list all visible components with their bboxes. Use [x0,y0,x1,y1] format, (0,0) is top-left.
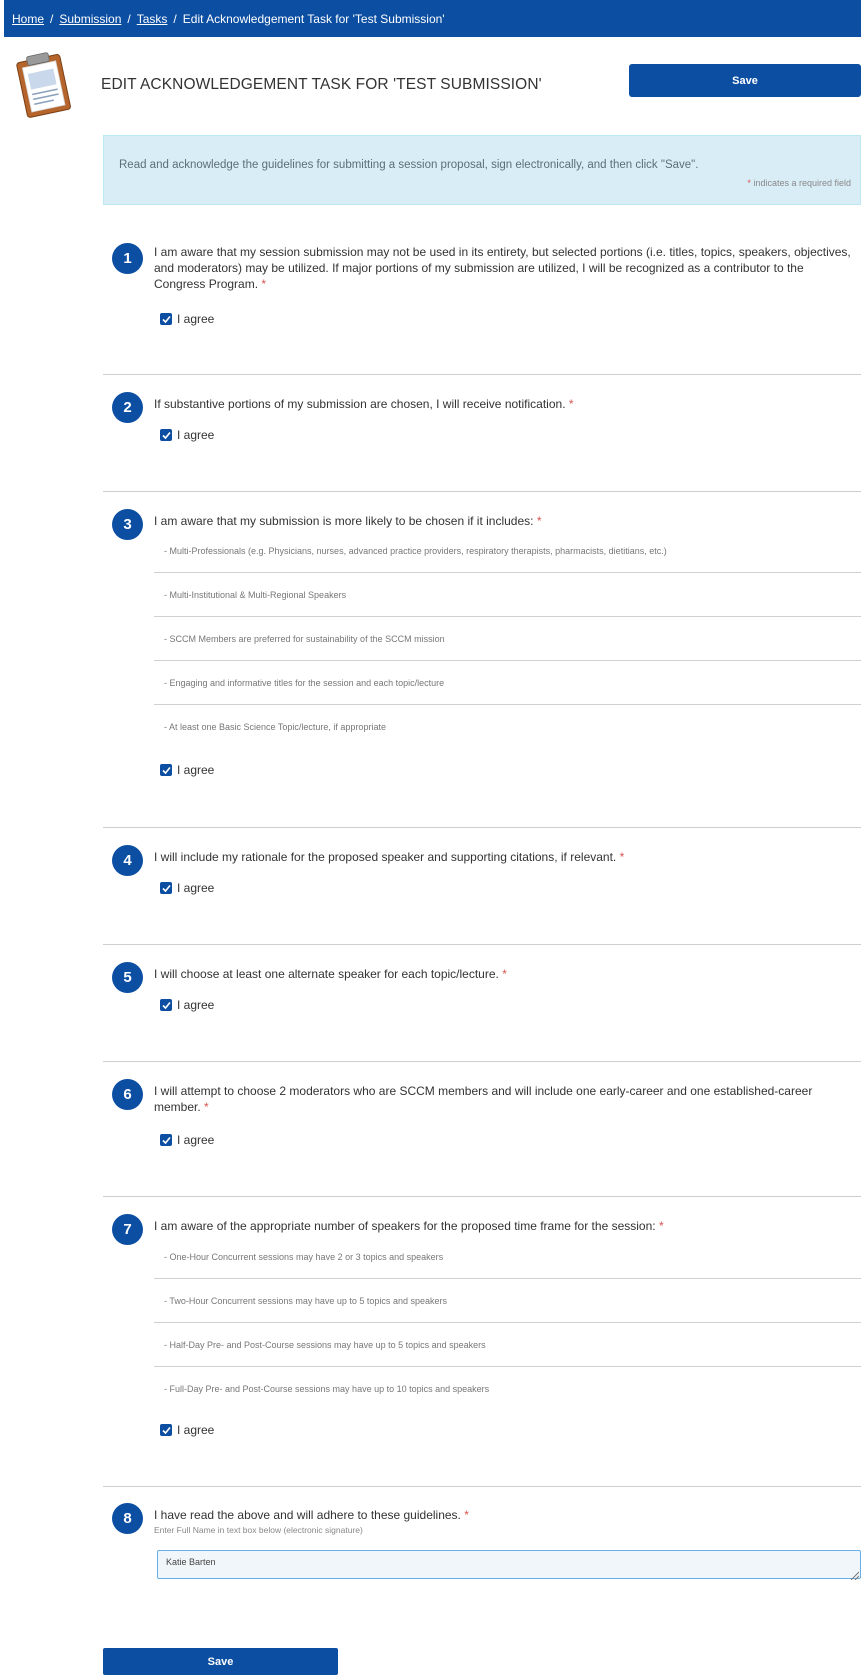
divider [103,1196,861,1197]
checkbox-checked-icon[interactable] [160,1134,172,1146]
breadcrumb-tasks-link[interactable]: Tasks [137,12,168,26]
required-star: * [747,178,751,188]
guideline-list: - Multi-Professionals (e.g. Physicians, … [154,529,861,749]
breadcrumb-separator: / [50,11,54,26]
required-star: * [464,1508,469,1522]
question-7: 7 I am aware of the appropriate number o… [103,1212,861,1462]
agree-checkbox[interactable]: I agree [160,881,214,895]
divider [103,374,861,375]
required-star: * [619,850,625,864]
question-number: 6 [112,1079,143,1110]
divider [103,1486,861,1487]
question-text: I have read the above and will adhere to… [154,1507,854,1523]
save-button-bottom[interactable]: Save [103,1648,338,1675]
breadcrumb: Home / Submission / Tasks / Edit Acknowl… [4,0,861,37]
question-text: I will include my rationale for the prop… [154,849,854,865]
question-text: I will attempt to choose 2 moderators wh… [154,1083,854,1115]
question-number: 1 [112,243,143,274]
list-item: - Two-Hour Concurrent sessions may have … [154,1279,861,1323]
question-number: 7 [112,1214,143,1245]
signature-hint: Enter Full Name in text box below (elect… [154,1525,363,1535]
question-text: I will choose at least one alternate spe… [154,966,854,982]
question-3: 3 I am aware that my submission is more … [103,507,861,797]
question-4: 4 I will include my rationale for the pr… [103,843,861,923]
question-text-body: I will include my rationale for the prop… [154,850,617,864]
signature-input[interactable]: Katie Barten [157,1550,861,1579]
list-item: - Full-Day Pre- and Post-Course sessions… [164,1384,490,1394]
list-item: - Multi-Institutional & Multi-Regional S… [154,573,861,617]
agree-checkbox[interactable]: I agree [160,428,214,442]
list-item: - Engaging and informative titles for th… [154,661,861,705]
question-text-body: I will attempt to choose 2 moderators wh… [154,1084,813,1114]
question-text: I am aware of the appropriate number of … [154,1218,854,1234]
agree-checkbox[interactable]: I agree [160,1133,214,1147]
question-text-body: I am aware that my submission is more li… [154,514,534,528]
divider [103,827,861,828]
required-star: * [261,277,267,291]
list-item: - One-Hour Concurrent sessions may have … [154,1235,861,1279]
info-message: Read and acknowledge the guidelines for … [119,159,699,171]
question-text-body: I am aware that my session submission ma… [154,245,851,291]
divider [103,491,861,492]
list-item: - Half-Day Pre- and Post-Course sessions… [154,1323,861,1367]
question-number: 5 [112,962,143,993]
divider [103,1061,861,1062]
checkbox-checked-icon[interactable] [160,429,172,441]
question-text-body: If substantive portions of my submission… [154,397,566,411]
list-item: - At least one Basic Science Topic/lectu… [164,722,386,732]
breadcrumb-separator: / [173,11,177,26]
required-star: * [502,967,507,981]
agree-label: I agree [177,312,215,326]
info-alert: Read and acknowledge the guidelines for … [103,135,861,205]
agree-label: I agree [177,998,215,1012]
question-2: 2 If substantive portions of my submissi… [103,390,861,470]
required-field-text: indicates a required field [753,178,851,188]
agree-label: I agree [177,881,215,895]
divider [103,944,861,945]
agree-label: I agree [177,763,215,777]
question-number: 4 [112,845,143,876]
required-field-note: * indicates a required field [747,178,851,188]
agree-checkbox[interactable]: I agree [160,763,214,777]
agree-label: I agree [177,428,215,442]
required-star: * [658,1219,664,1233]
question-text-body: I will choose at least one alternate spe… [154,967,499,981]
required-star: * [568,397,574,411]
checkbox-checked-icon[interactable] [160,313,172,325]
agree-label: I agree [177,1423,215,1437]
question-text: I am aware that my submission is more li… [154,513,854,529]
page-title: EDIT ACKNOWLEDGEMENT TASK FOR 'TEST SUBM… [101,76,542,93]
required-star: * [204,1100,209,1114]
save-button-top[interactable]: Save [629,64,861,97]
agree-checkbox[interactable]: I agree [160,998,214,1012]
list-item: - Multi-Professionals (e.g. Physicians, … [154,529,861,573]
breadcrumb-home-link[interactable]: Home [12,12,44,26]
agree-checkbox[interactable]: I agree [160,1423,214,1437]
breadcrumb-separator: / [127,11,131,26]
question-number: 2 [112,392,143,423]
question-text: If substantive portions of my submission… [154,396,854,412]
question-6: 6 I will attempt to choose 2 moderators … [103,1077,861,1177]
list-item: - SCCM Members are preferred for sustain… [154,617,861,661]
resize-grip-icon[interactable] [849,1567,860,1581]
question-text-body: I have read the above and will adhere to… [154,1508,461,1522]
breadcrumb-submission-link[interactable]: Submission [59,12,121,26]
question-number: 8 [112,1503,143,1534]
agree-checkbox[interactable]: I agree [160,312,214,326]
checkbox-checked-icon[interactable] [160,764,172,776]
clipboard-icon [12,48,74,118]
agree-label: I agree [177,1133,215,1147]
guideline-list: - One-Hour Concurrent sessions may have … [154,1235,861,1411]
checkbox-checked-icon[interactable] [160,882,172,894]
checkbox-checked-icon[interactable] [160,999,172,1011]
required-star: * [536,514,542,528]
checkbox-checked-icon[interactable] [160,1424,172,1436]
breadcrumb-current: Edit Acknowledgement Task for 'Test Subm… [182,11,445,26]
question-text-body: I am aware of the appropriate number of … [154,1219,656,1233]
question-5: 5 I will choose at least one alternate s… [103,960,861,1040]
question-1: 1 I am aware that my session submission … [103,236,861,346]
question-8: 8 I have read the above and will adhere … [103,1501,861,1601]
question-number: 3 [112,509,143,540]
question-text: I am aware that my session submission ma… [154,244,854,292]
